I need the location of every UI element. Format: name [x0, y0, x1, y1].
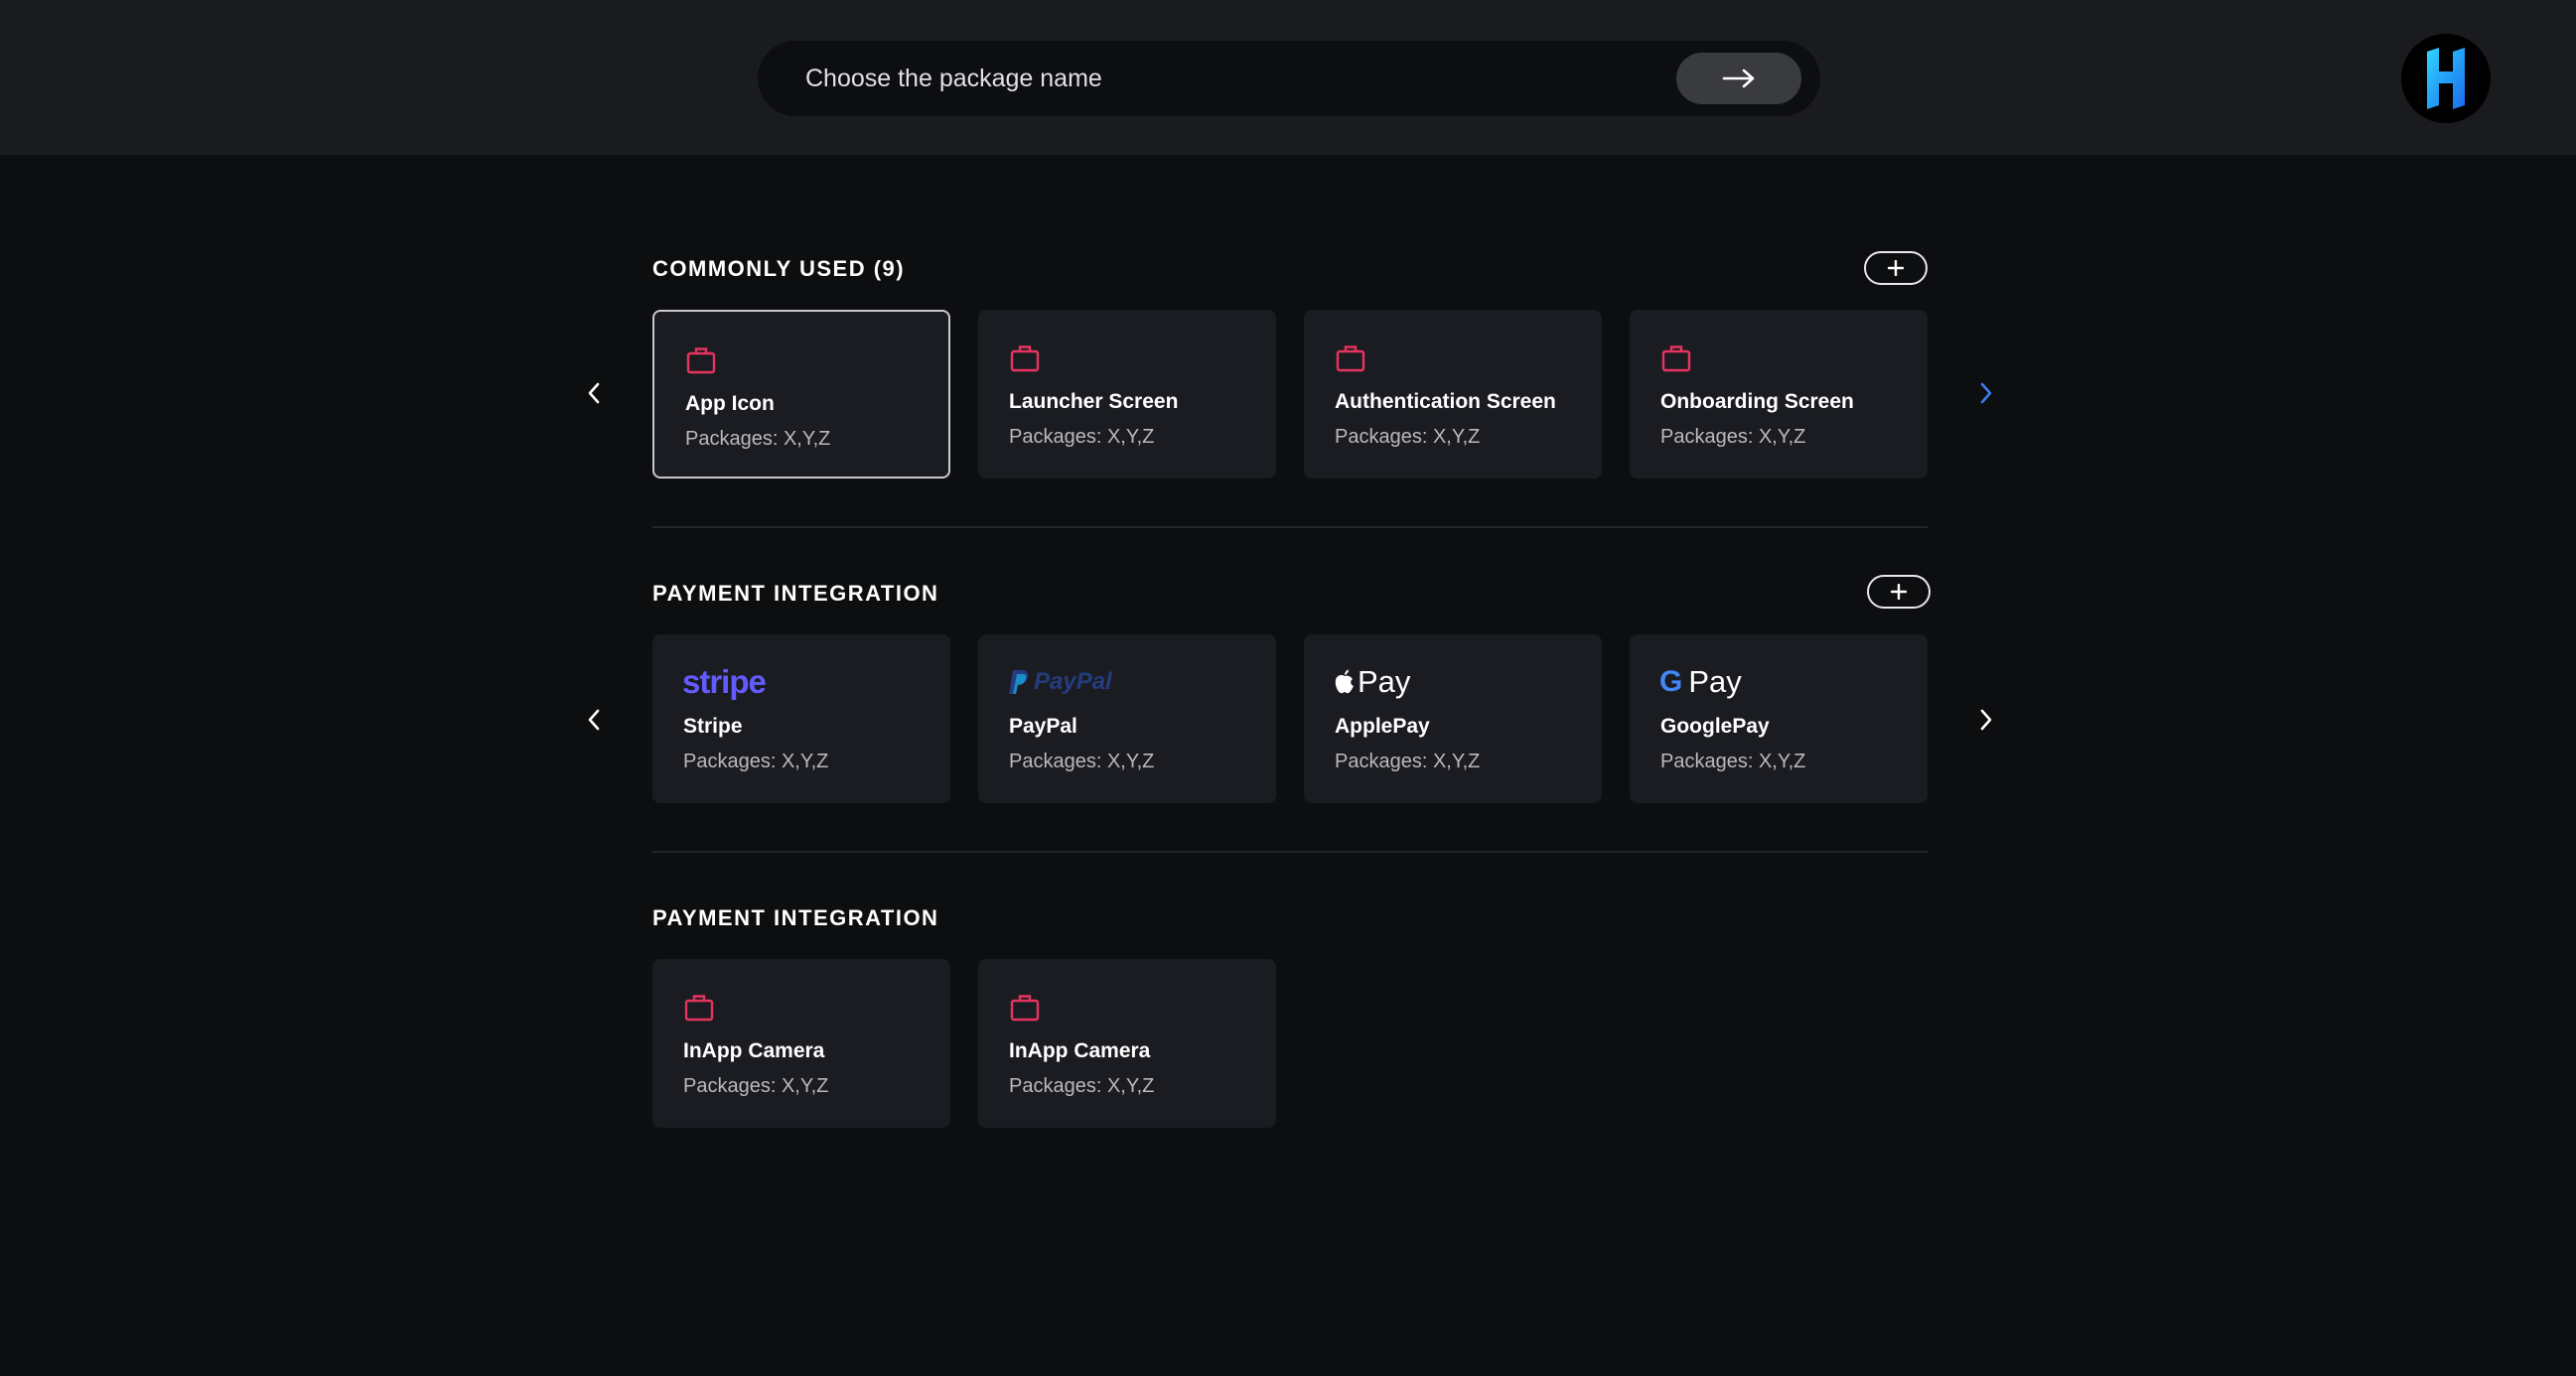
card-packages: Packages: X,Y,Z: [685, 428, 831, 450]
package-card-app-icon[interactable]: App Icon Packages: X,Y,Z: [652, 310, 950, 479]
h-logo-glyph: [2427, 48, 2465, 109]
arrow-right-icon: [1722, 69, 1755, 88]
card-title: Launcher Screen: [1009, 390, 1179, 413]
section-divider: [652, 851, 1928, 853]
chevron-right-icon: [1980, 709, 1992, 731]
card-title: GooglePay: [1660, 715, 1770, 738]
card-packages: Packages: X,Y,Z: [1009, 1075, 1155, 1097]
apple-icon: [1335, 669, 1354, 694]
top-bar: [0, 0, 2576, 155]
chevron-left-icon: [588, 382, 600, 404]
paypal-p-icon: [1009, 670, 1029, 694]
card-packages: Packages: X,Y,Z: [683, 751, 829, 772]
card-packages: Packages: X,Y,Z: [1335, 751, 1481, 772]
card-packages: Packages: X,Y,Z: [1660, 751, 1806, 772]
package-card-stripe[interactable]: stripe Stripe Packages: X,Y,Z: [652, 634, 950, 803]
card-title: ApplePay: [1335, 715, 1430, 738]
plus-icon: [1891, 584, 1907, 600]
card-title: Authentication Screen: [1335, 390, 1556, 413]
prev-arrow-payment[interactable]: [574, 700, 614, 740]
chevron-right-icon: [1980, 382, 1992, 404]
package-card-googlepay[interactable]: G Pay GooglePay Packages: X,Y,Z: [1630, 634, 1928, 803]
plus-icon: [1888, 260, 1904, 276]
package-card-inapp-camera[interactable]: InApp Camera Packages: X,Y,Z: [652, 959, 950, 1128]
google-pay-logo: G Pay: [1659, 662, 1742, 702]
card-packages: Packages: X,Y,Z: [1009, 751, 1155, 772]
briefcase-icon: [1336, 345, 1365, 372]
paypal-logo-text: PayPal: [1034, 668, 1112, 695]
card-packages: Packages: X,Y,Z: [683, 1075, 829, 1097]
package-card-onboarding-screen[interactable]: Onboarding Screen Packages: X,Y,Z: [1630, 310, 1928, 479]
add-commonly-used-button[interactable]: [1864, 251, 1928, 285]
card-title: Stripe: [683, 715, 743, 738]
briefcase-icon: [1010, 995, 1040, 1022]
paypal-logo: PayPal: [1008, 662, 1112, 702]
card-title: InApp Camera: [1009, 1039, 1151, 1062]
card-packages: Packages: X,Y,Z: [1660, 426, 1806, 448]
chevron-left-icon: [588, 709, 600, 731]
prev-arrow-commonly-used[interactable]: [574, 373, 614, 413]
h-logo-icon[interactable]: [2401, 34, 2491, 123]
card-packages: Packages: X,Y,Z: [1335, 426, 1481, 448]
card-packages: Packages: X,Y,Z: [1009, 426, 1155, 448]
card-title: Onboarding Screen: [1660, 390, 1854, 413]
add-payment-integration-button[interactable]: [1867, 575, 1931, 609]
section-divider: [652, 526, 1928, 528]
section-title-payment-integration-2: PAYMENT INTEGRATION: [652, 905, 939, 930]
card-title: PayPal: [1009, 715, 1077, 738]
apple-pay-text: Pay: [1358, 664, 1411, 699]
search-input[interactable]: [758, 41, 1651, 116]
package-card-applepay[interactable]: Pay ApplePay Packages: X,Y,Z: [1304, 634, 1602, 803]
briefcase-icon: [686, 347, 716, 374]
apple-pay-logo: Pay: [1334, 662, 1410, 702]
google-pay-text: Pay: [1688, 664, 1742, 699]
briefcase-icon: [1010, 345, 1040, 372]
search-bar: [758, 41, 1820, 116]
stripe-logo: stripe: [682, 662, 767, 702]
next-arrow-payment[interactable]: [1966, 700, 2006, 740]
package-card-authentication-screen[interactable]: Authentication Screen Packages: X,Y,Z: [1304, 310, 1602, 479]
package-card-launcher-screen[interactable]: Launcher Screen Packages: X,Y,Z: [978, 310, 1276, 479]
stripe-logo-text: stripe: [682, 663, 767, 700]
next-arrow-commonly-used[interactable]: [1966, 373, 2006, 413]
google-g-icon: G: [1659, 665, 1683, 698]
section-title-payment-integration: PAYMENT INTEGRATION: [652, 581, 939, 606]
package-card-inapp-camera[interactable]: InApp Camera Packages: X,Y,Z: [978, 959, 1276, 1128]
package-card-paypal[interactable]: PayPal PayPal Packages: X,Y,Z: [978, 634, 1276, 803]
section-title-commonly-used: COMMONLY USED (9): [652, 256, 906, 281]
card-title: InApp Camera: [683, 1039, 825, 1062]
briefcase-icon: [684, 995, 714, 1022]
briefcase-icon: [1661, 345, 1691, 372]
search-submit-button[interactable]: [1676, 53, 1801, 104]
card-title: App Icon: [685, 392, 775, 415]
